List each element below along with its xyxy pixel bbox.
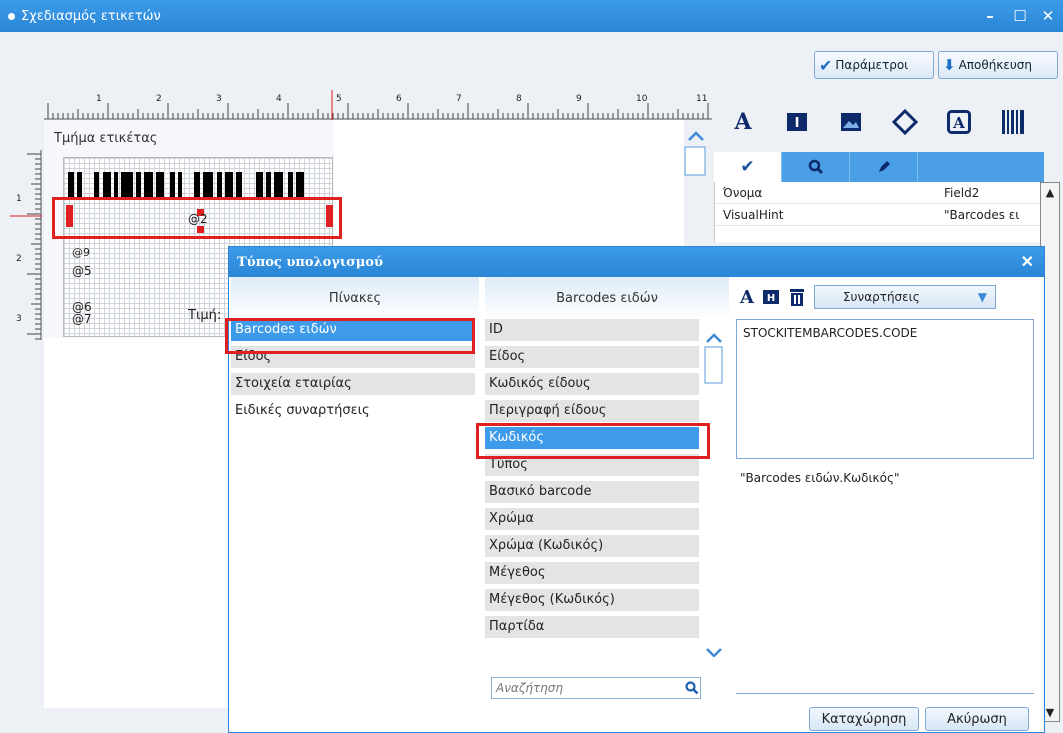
ruler-number: 6 bbox=[396, 94, 402, 104]
search-icon[interactable] bbox=[685, 681, 699, 695]
ruler-number: 2 bbox=[156, 94, 162, 104]
minimize-icon[interactable]: – bbox=[976, 0, 1004, 32]
chevron-down-icon: ▼ bbox=[977, 290, 987, 304]
svg-text:I: I bbox=[795, 116, 800, 131]
ruler-number: 5 bbox=[336, 94, 342, 104]
pane-divider bbox=[736, 693, 1034, 694]
field-7[interactable]: @7 bbox=[72, 312, 92, 326]
search-icon bbox=[808, 159, 823, 175]
dialog-title: Τύπος υπολογισμού bbox=[237, 254, 383, 270]
ok-button[interactable]: Καταχώρηση bbox=[809, 707, 919, 731]
dialog-close-icon[interactable]: ✕ bbox=[1021, 252, 1034, 271]
table-list-item[interactable]: Ειδικές συναρτήσεις bbox=[231, 400, 475, 422]
property-tabs: ✔ bbox=[714, 152, 1044, 182]
svg-text:H: H bbox=[767, 293, 775, 304]
left-ruler bbox=[10, 150, 42, 340]
field-2[interactable]: @2 bbox=[188, 212, 208, 226]
tab-edit[interactable] bbox=[850, 152, 918, 182]
checkmark-icon: ✔ bbox=[819, 55, 833, 75]
element-toolbox: A I A bbox=[716, 102, 1046, 142]
field-list-item[interactable]: Χρώμα bbox=[485, 508, 699, 530]
ruler-number: 1 bbox=[96, 94, 102, 104]
field-list-item[interactable]: Κωδικός είδους bbox=[485, 373, 699, 395]
dialog-titlebar: Τύπος υπολογισμού ✕ bbox=[229, 247, 1044, 277]
image-element-icon[interactable] bbox=[824, 112, 878, 132]
field-5[interactable]: @5 bbox=[72, 264, 92, 278]
field-list-item[interactable]: Μέγεθος bbox=[485, 562, 699, 584]
ruler-number: 2 bbox=[16, 254, 22, 264]
property-grid: Όνομα Field2 VisualHint "Barcodes ει bbox=[714, 182, 1040, 242]
checkmark-icon: ✔ bbox=[740, 157, 755, 177]
fields-scrollbar[interactable] bbox=[704, 327, 724, 657]
expression-toolbar: A H Συναρτήσεις ▼ bbox=[734, 277, 1039, 317]
maximize-icon[interactable]: ☐ bbox=[1006, 0, 1034, 32]
field-list-item[interactable]: Είδος bbox=[485, 346, 699, 368]
textbox-element-icon[interactable]: I bbox=[770, 112, 824, 132]
svg-text:A: A bbox=[952, 114, 965, 132]
download-icon: ⬇ bbox=[943, 56, 956, 74]
ruler-number: 7 bbox=[456, 94, 462, 104]
field-list-item[interactable]: Βασικό barcode bbox=[485, 481, 699, 503]
barcode-element-icon[interactable] bbox=[986, 109, 1040, 135]
tables-highlight bbox=[225, 318, 475, 354]
calc-type-dialog: Τύπος υπολογισμού ✕ Πίνακες Barcodes ειδ… bbox=[225, 246, 1045, 733]
resize-handle-left[interactable] bbox=[66, 205, 73, 227]
framed-text-element-icon[interactable]: A bbox=[932, 110, 986, 134]
ruler-number: 8 bbox=[516, 94, 522, 104]
price-label[interactable]: Τιμή: bbox=[188, 308, 221, 323]
top-ruler bbox=[44, 90, 712, 120]
pencil-icon bbox=[878, 161, 890, 172]
property-row[interactable]: Όνομα Field2 bbox=[715, 182, 1040, 204]
text-element-icon[interactable]: A bbox=[716, 109, 770, 135]
window-titlebar: Σχεδιασμός ετικετών bbox=[0, 0, 1063, 32]
functions-dropdown[interactable]: Συναρτήσεις ▼ bbox=[813, 285, 996, 309]
ruler-number: 11 bbox=[696, 94, 708, 104]
window-title: Σχεδιασμός ετικετών bbox=[21, 8, 161, 24]
ruler-number: 10 bbox=[636, 94, 648, 104]
ruler-number: 3 bbox=[16, 314, 22, 324]
text-format-icon[interactable]: A bbox=[740, 287, 754, 308]
tab-properties[interactable]: ✔ bbox=[714, 152, 782, 182]
parameters-button[interactable]: ✔ Παράμετροι bbox=[814, 51, 934, 79]
fields-highlight bbox=[476, 423, 710, 459]
field-insert-icon[interactable]: H bbox=[762, 289, 780, 305]
field-list-item[interactable]: Χρώμα (Κωδικός) bbox=[485, 535, 699, 557]
property-row[interactable]: VisualHint "Barcodes ει bbox=[715, 204, 1040, 226]
ruler-number: 1 bbox=[16, 194, 22, 204]
shape-element-icon[interactable] bbox=[878, 109, 932, 135]
ruler-number: 9 bbox=[576, 94, 582, 104]
field-list-item[interactable]: Περιγραφή είδους bbox=[485, 400, 699, 422]
table-list-item[interactable]: Στοιχεία εταιρίας bbox=[231, 373, 475, 395]
field-list-item[interactable]: Μέγεθος (Κωδικός) bbox=[485, 589, 699, 611]
expression-editor[interactable]: STOCKITEMBARCODES.CODE bbox=[736, 319, 1034, 459]
tab-search[interactable] bbox=[782, 152, 850, 182]
app-icon bbox=[8, 12, 15, 20]
fields-list: ID Είδος Κωδικός είδους Περιγραφή είδους Κωδ… bbox=[485, 319, 699, 643]
close-icon[interactable]: ✕ bbox=[1034, 0, 1062, 32]
barcode-element[interactable] bbox=[68, 172, 328, 200]
expression-pane: A H Συναρτήσεις ▼ STOCKITEMBARCODES.CODE… bbox=[734, 277, 1039, 697]
trash-icon[interactable] bbox=[788, 287, 806, 307]
ruler-number: 4 bbox=[276, 94, 282, 104]
fields-header: Barcodes ειδών bbox=[485, 277, 729, 319]
field-list-item[interactable]: ID bbox=[485, 319, 699, 341]
ruler-number: 3 bbox=[216, 94, 222, 104]
resize-handle-bottom[interactable] bbox=[197, 226, 204, 233]
field-list-item[interactable]: Παρτίδα bbox=[485, 616, 699, 638]
scroll-up-icon[interactable]: ▲ bbox=[1041, 186, 1059, 199]
save-button[interactable]: ⬇ Αποθήκευση bbox=[938, 51, 1058, 79]
cancel-button[interactable]: Ακύρωση bbox=[925, 707, 1029, 731]
label-section-title: Τμήμα ετικέτας bbox=[54, 131, 158, 146]
field-9[interactable]: @9 bbox=[72, 246, 90, 259]
status-bar bbox=[0, 708, 228, 733]
search-input[interactable]: Αναζήτηση bbox=[491, 677, 701, 699]
resize-handle-right[interactable] bbox=[326, 205, 333, 227]
expression-preview: "Barcodes ειδών.Κωδικός" bbox=[740, 471, 900, 485]
tables-header: Πίνακες bbox=[231, 277, 479, 319]
